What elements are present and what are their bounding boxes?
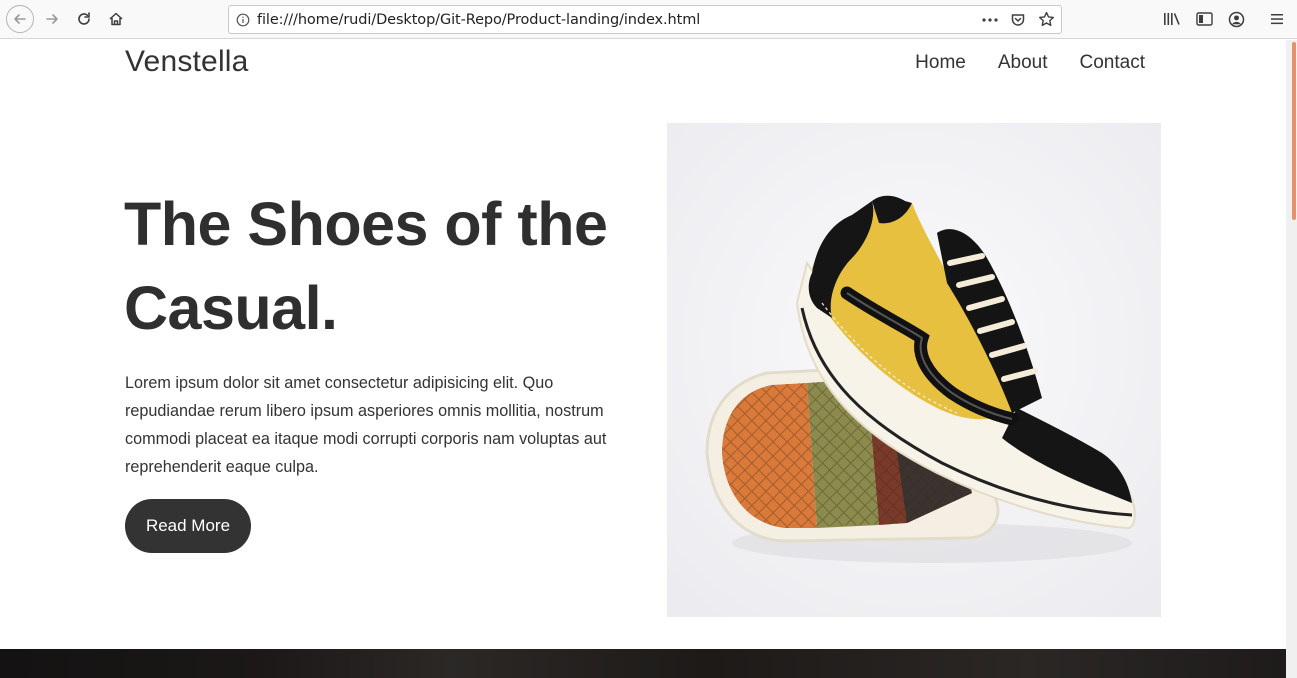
url-text[interactable]: file:///home/rudi/Desktop/Git-Repo/Produ… [257,12,981,28]
info-icon[interactable] [229,13,257,27]
next-section-banner [0,649,1286,678]
browser-toolbar: file:///home/rudi/Desktop/Git-Repo/Produ… [0,0,1297,39]
url-bar[interactable]: file:///home/rudi/Desktop/Git-Repo/Produ… [228,5,1062,34]
brand-logo[interactable]: Venstella [125,45,249,79]
home-icon [109,12,123,26]
sidebar-icon [1196,12,1213,26]
home-button[interactable] [103,6,129,32]
reload-button[interactable] [71,6,97,32]
nav-link-about[interactable]: About [998,52,1048,74]
more-icon[interactable] [981,11,999,29]
pocket-icon[interactable] [1009,11,1027,29]
menu-button[interactable] [1269,8,1285,30]
hero-title: The Shoes of the Casual. [124,190,608,342]
read-more-button[interactable]: Read More [125,499,251,553]
scrollbar-thumb[interactable] [1292,42,1296,220]
back-button[interactable] [6,5,34,33]
main-nav: Home About Contact [915,52,1145,74]
sneaker-image [667,123,1161,617]
library-button[interactable] [1163,8,1181,30]
sidebar-button[interactable] [1196,8,1213,30]
star-icon[interactable] [1037,11,1055,29]
web-page: Venstella Home About Contact The Shoes o… [0,40,1286,678]
account-button[interactable] [1228,8,1245,30]
hero-description: Lorem ipsum dolor sit amet consectetur a… [125,374,607,476]
nav-link-home[interactable]: Home [915,52,966,74]
reload-icon [78,12,90,25]
nav-link-contact[interactable]: Contact [1080,52,1145,74]
arrow-left-icon [14,14,26,24]
forward-button[interactable] [39,6,65,32]
library-icon [1164,13,1180,25]
account-icon [1228,11,1245,27]
arrow-right-icon [46,14,58,24]
hamburger-menu-icon [1271,14,1283,25]
